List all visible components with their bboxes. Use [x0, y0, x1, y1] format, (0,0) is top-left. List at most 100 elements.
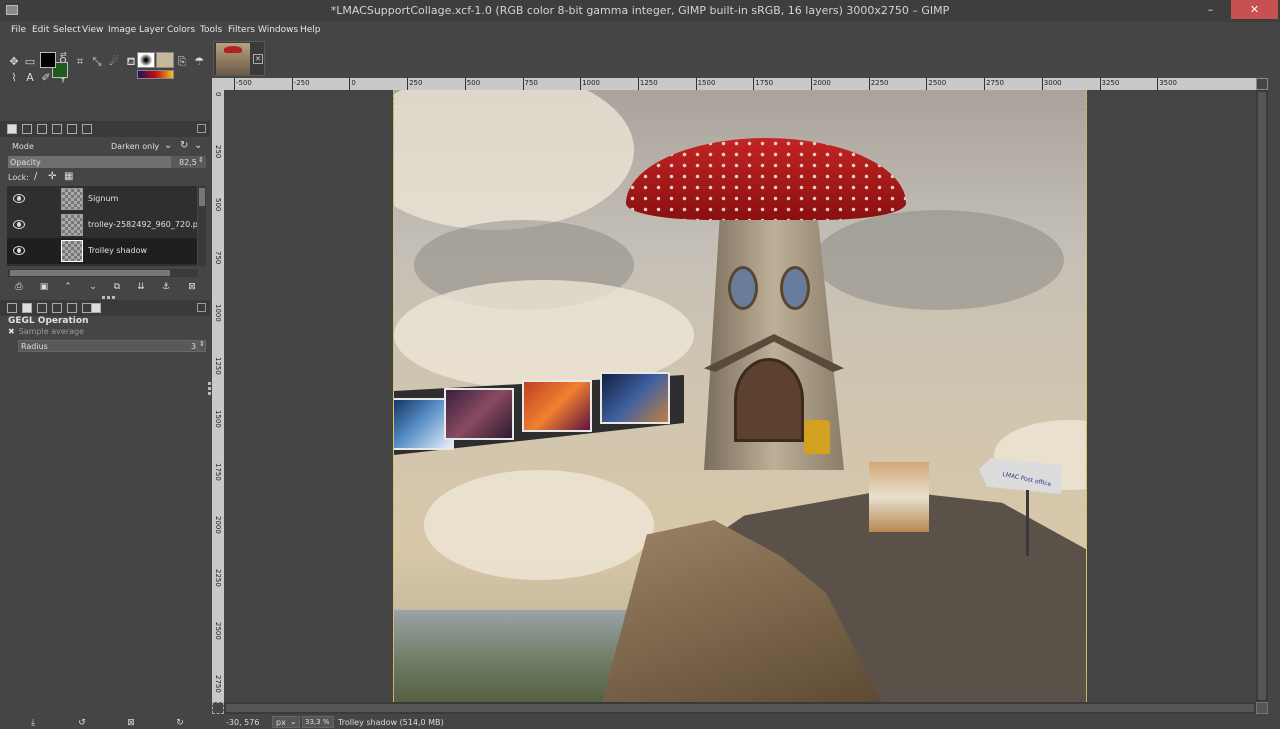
smudge-icon[interactable]: ☂ — [192, 55, 206, 69]
canvas-area[interactable]: LMAC Post office — [224, 90, 1256, 702]
dock-menu-icon[interactable] — [197, 303, 206, 312]
spin-arrows-icon[interactable]: ⇕ — [198, 156, 204, 164]
image-tab[interactable]: ✕ — [213, 41, 265, 76]
menu-windows[interactable]: Windows — [258, 25, 298, 35]
gradient-preview[interactable] — [137, 70, 174, 79]
tab-device-status[interactable] — [22, 303, 32, 313]
ruler-tick-label: 1250 — [214, 357, 222, 375]
chevron-down-icon[interactable]: ⌄ — [194, 140, 202, 151]
close-icon[interactable]: ✕ — [253, 54, 263, 64]
eye-icon[interactable] — [13, 246, 25, 255]
tab-brushes[interactable] — [67, 303, 77, 313]
tab-paths[interactable] — [37, 124, 47, 134]
ruler-tick-label: 2500 — [928, 79, 947, 87]
tab-tool-options[interactable] — [7, 303, 17, 313]
menu-edit[interactable]: Edit — [32, 25, 49, 35]
layer-row[interactable]: trolley-2582492_960_720.pn — [7, 212, 197, 238]
new-layer-icon[interactable]: ⎙ — [13, 281, 25, 293]
duplicate-layer-icon[interactable]: ⧉ — [111, 281, 123, 293]
lock-alpha-icon[interactable]: ▦ — [64, 171, 73, 182]
transform-icon[interactable]: ⤡ — [90, 55, 104, 69]
bucket-fill-icon[interactable]: ⛾ — [124, 55, 138, 69]
menu-file[interactable]: File — [11, 25, 26, 35]
move-icon[interactable]: ✥ — [7, 55, 21, 69]
opacity-slider[interactable]: Opacity 82,5 ⇕ — [8, 156, 206, 168]
layer-row-selected[interactable]: Trolley shadow — [7, 238, 197, 264]
tab-channels[interactable] — [22, 124, 32, 134]
new-group-icon[interactable]: ▣ — [38, 281, 50, 293]
layers-hscrollbar-thumb[interactable] — [10, 270, 170, 276]
clone-icon[interactable]: ⎘ — [175, 55, 189, 69]
delete-options-icon[interactable]: ⊠ — [125, 717, 137, 729]
zoom-select[interactable]: 33,3 % — [302, 716, 334, 728]
pattern-preview[interactable] — [156, 52, 174, 68]
lock-position-icon[interactable]: ✛ — [48, 171, 56, 182]
paths-icon[interactable]: ⌇ — [7, 71, 21, 85]
canvas-vscrollbar-thumb[interactable] — [1258, 92, 1266, 700]
tab-histogram[interactable] — [67, 124, 77, 134]
menu-layer[interactable]: Layer — [139, 25, 164, 35]
canvas-vscrollbar[interactable] — [1256, 90, 1268, 702]
foreground-color-swatch[interactable] — [40, 52, 56, 68]
layers-dock-tabs — [0, 121, 210, 137]
close-button[interactable]: ✕ — [1231, 0, 1278, 19]
raise-layer-icon[interactable]: ⌃ — [62, 281, 74, 293]
brush-preview[interactable] — [137, 52, 155, 68]
vertical-ruler[interactable]: 0 250 500 750 1000 1250 1500 1750 2000 2250 2500 27… — [212, 90, 224, 702]
spin-arrows-icon[interactable]: ⇕ — [199, 340, 205, 348]
mode-select[interactable]: Darken only — [111, 142, 159, 151]
lower-layer-icon[interactable]: ⌄ — [87, 281, 99, 293]
dock-menu-icon[interactable] — [197, 124, 206, 133]
swap-colors-icon[interactable]: ⇄ — [60, 50, 67, 59]
anchor-layer-icon[interactable]: ⚓ — [160, 281, 172, 293]
color-picker-icon[interactable]: ✐ — [39, 71, 53, 85]
merge-layer-icon[interactable]: ⇊ — [135, 281, 147, 293]
menu-filters[interactable]: Filters — [228, 25, 255, 35]
delete-layer-icon[interactable]: ⊠ — [186, 281, 198, 293]
menu-tools[interactable]: Tools — [200, 25, 222, 35]
lock-pixels-icon[interactable]: ∕ — [34, 171, 37, 182]
unit-select[interactable]: px ⌄ — [272, 716, 300, 728]
menu-help[interactable]: Help — [300, 25, 321, 35]
tab-pointer[interactable] — [37, 303, 47, 313]
opacity-value: 82,5 — [179, 158, 197, 167]
menu-select[interactable]: Select — [53, 25, 81, 35]
crop-icon[interactable]: ⌗ — [73, 55, 87, 69]
sample-average-option[interactable]: ✖ Sample average — [8, 327, 84, 336]
ruler-corner[interactable] — [212, 78, 224, 90]
layers-scrollbar[interactable] — [198, 186, 206, 266]
radius-spinner[interactable]: Radius 3 ⇕ — [18, 340, 206, 352]
mushroom-cap — [626, 138, 906, 220]
menu-colors[interactable]: Colors — [167, 25, 195, 35]
tab-colormap[interactable] — [52, 124, 62, 134]
quick-mask-icon[interactable] — [212, 702, 224, 714]
chevron-down-icon[interactable]: ⌄ — [164, 140, 172, 151]
menu-view[interactable]: View — [82, 25, 103, 35]
rect-select-icon[interactable]: ▭ — [23, 55, 37, 69]
mode-reset-icon[interactable]: ↻ — [180, 140, 188, 151]
save-options-icon[interactable]: ⤓ — [27, 717, 39, 729]
zoom-lock-icon[interactable] — [1256, 78, 1268, 90]
layers-hscrollbar[interactable] — [8, 269, 198, 277]
horizontal-ruler[interactable]: -500 -250 0 250 500 750 1000 1250 1500 1750 2000 22… — [224, 78, 1256, 90]
text-icon[interactable]: A — [23, 71, 37, 85]
checkbox-checked-icon[interactable]: ✖ — [8, 327, 15, 336]
image-canvas[interactable]: LMAC Post office — [393, 90, 1087, 702]
minimize-button[interactable]: – — [1197, 0, 1224, 19]
menu-image[interactable]: Image — [108, 25, 136, 35]
restore-options-icon[interactable]: ↺ — [76, 717, 88, 729]
eye-icon[interactable] — [13, 220, 25, 229]
reset-options-icon[interactable]: ↻ — [174, 717, 186, 729]
navigate-icon[interactable] — [1256, 702, 1268, 714]
tab-images[interactable] — [52, 303, 62, 313]
tab-gradients[interactable] — [91, 303, 101, 313]
layer-row[interactable]: Signum — [7, 186, 197, 212]
tab-undo[interactable] — [82, 124, 92, 134]
layers-scrollbar-thumb[interactable] — [199, 188, 205, 206]
canvas-hscrollbar[interactable] — [224, 702, 1256, 714]
ruler-tick — [811, 78, 812, 90]
canvas-hscrollbar-thumb[interactable] — [226, 704, 1254, 712]
warp-icon[interactable]: ☄ — [107, 55, 121, 69]
eye-icon[interactable] — [13, 194, 25, 203]
tab-layers[interactable] — [7, 124, 17, 134]
